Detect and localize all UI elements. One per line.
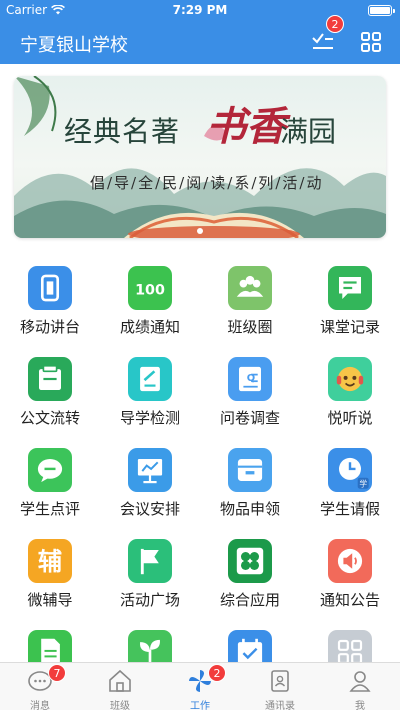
app-tile[interactable]: 悦听说 [300,347,400,437]
banner-subline: 倡/导/全/民/阅/读/系/列/活/动 [90,174,324,192]
app-label: 问卷调查 [219,409,280,427]
banner-headline-tail: 满园 [280,115,337,148]
banner-landscape [14,76,386,238]
notice-icon [328,539,372,583]
app-label: 物品申领 [219,500,280,518]
app-label: 课堂记录 [319,318,380,336]
app-tile[interactable]: 导学检测 [100,347,200,437]
nav-bar: 宁夏银山学校 2 [0,15,400,64]
class-circle-icon [228,266,272,310]
app-label: 综合应用 [219,591,280,609]
micro-tutor-icon: 辅 [28,539,72,583]
app-label: 导学检测 [119,409,180,427]
tab-bar: 7 消息 班级 2 工作 通讯录 我 [0,662,400,712]
app-label: 成绩通知 [119,318,180,336]
clock: 7:29 PM [172,3,228,17]
app-tile[interactable]: Q 问卷调查 [200,347,300,437]
app-tile[interactable]: 学生点评 [0,438,100,528]
tab-work[interactable]: 2 工作 [160,663,240,712]
app-tile[interactable]: 物品申领 [200,438,300,528]
promo-banner[interactable]: 经典名著 书香 满园 倡/导/全/民/阅/读/系/列/活/动 [14,76,386,238]
app-tile[interactable]: 公文流转 [0,347,100,437]
document-flow-icon [28,357,72,401]
score-notice-icon: 100 [128,266,172,310]
student-review-icon [28,448,72,492]
banner-page-indicator [197,228,203,234]
grid-menu-button[interactable] [356,28,386,56]
app-label: 移动讲台 [19,318,80,336]
contacts-book-icon [271,670,289,692]
app-tile[interactable]: 100 成绩通知 [100,256,200,346]
tab-contacts[interactable]: 通讯录 [240,663,320,712]
app-label: 班级圈 [227,318,273,336]
grid-icon [361,32,381,52]
app-label: 悦听说 [327,409,373,427]
item-request-icon [228,448,272,492]
battery-icon [368,5,395,16]
app-tile[interactable]: 综合应用 [200,529,300,619]
activity-square-icon [128,539,172,583]
tab-class[interactable]: 班级 [80,663,160,712]
banner-headline: 经典名著 [64,115,181,148]
app-tile[interactable]: 课堂记录 [300,256,400,346]
student-leave-icon: 学 [328,448,372,492]
study-check-icon [128,357,172,401]
svg-text:100: 100 [135,283,165,299]
listen-speak-icon [328,357,372,401]
work-badge: 2 [208,664,226,682]
app-tile[interactable]: 辅微辅导 [0,529,100,619]
app-tile[interactable]: 学学生请假 [300,438,400,528]
app-tile[interactable]: 班级圈 [200,256,300,346]
survey-icon: Q [228,357,272,401]
svg-text:学: 学 [359,479,367,489]
app-tile[interactable]: 通知公告 [300,529,400,619]
app-label: 学生请假 [319,500,380,518]
mobile-podium-icon [28,266,72,310]
person-icon [349,671,371,692]
tab-me[interactable]: 我 [320,663,400,712]
app-label: 学生点评 [19,500,80,518]
app-tile[interactable]: 移动讲台 [0,256,100,346]
meeting-icon [128,448,172,492]
messages-badge: 7 [48,664,66,682]
todo-badge: 2 [326,15,344,33]
house-icon [109,669,131,692]
app-tile[interactable]: 活动广场 [100,529,200,619]
banner-headline-accent: 书香 [206,103,286,150]
app-label: 会议安排 [119,500,180,518]
app-label: 通知公告 [319,591,380,609]
page-title: 宁夏银山学校 [20,35,128,56]
class-record-icon [328,266,372,310]
app-tile[interactable]: 会议安排 [100,438,200,528]
app-label: 活动广场 [119,591,180,609]
app-label: 公文流转 [19,409,80,427]
tab-messages[interactable]: 7 消息 [0,663,80,712]
app-label: 微辅导 [27,591,73,609]
svg-text:辅: 辅 [38,548,62,576]
apps-icon [228,539,272,583]
